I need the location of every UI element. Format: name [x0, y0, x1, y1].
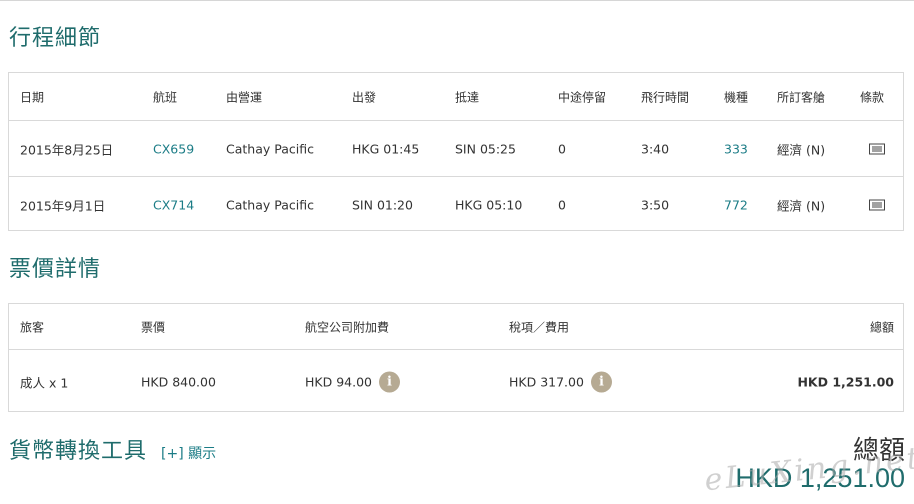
passenger-cell: 成人 x 1 — [20, 375, 69, 390]
flight-link[interactable]: CX714 — [153, 197, 194, 212]
duration-cell: 3:50 — [641, 197, 670, 212]
currency-title-text: 貨幣轉換工具 — [9, 439, 148, 464]
surcharge-value: HKD 94.00 — [305, 374, 372, 389]
depart-cell: HKG 01:45 — [352, 141, 420, 156]
stops-cell: 0 — [558, 197, 566, 212]
col-surcharge: 航空公司附加費 — [305, 320, 390, 334]
date-cell: 2015年9月1日 — [20, 198, 106, 213]
col-fare: 票價 — [141, 320, 166, 334]
taxes-cell: HKD 317.00 i — [509, 371, 612, 392]
arrive-cell: SIN 05:25 — [455, 141, 516, 156]
stops-cell: 0 — [558, 141, 566, 156]
operator-cell: Cathay Pacific — [226, 141, 314, 156]
itinerary-table: 日期 航班 由營運 出發 抵達 中途停留 飛行時間 機種 所訂客艙 條款 201… — [8, 72, 904, 231]
col-stops: 中途停留 — [558, 90, 607, 104]
operator-cell: Cathay Pacific — [226, 197, 314, 212]
aircraft-link[interactable]: 772 — [724, 197, 748, 212]
col-arrive: 抵達 — [455, 90, 480, 104]
flight-link[interactable]: CX659 — [153, 141, 194, 156]
itinerary-header-row: 日期 航班 由營運 出發 抵達 中途停留 飛行時間 機種 所訂客艙 條款 — [9, 73, 903, 120]
table-row: 2015年8月25日 CX659 Cathay Pacific HKG 01:4… — [9, 120, 903, 176]
col-date: 日期 — [20, 90, 45, 104]
info-icon[interactable]: i — [378, 371, 400, 392]
table-row: 2015年9月1日 CX714 Cathay Pacific SIN 01:20… — [9, 176, 903, 232]
col-taxes: 稅項／費用 — [509, 320, 570, 334]
duration-cell: 3:40 — [641, 141, 670, 156]
currency-converter-title: 貨幣轉換工具 [+] 顯示 — [9, 433, 216, 465]
col-aircraft: 機種 — [724, 90, 749, 104]
fare-cell: HKD 840.00 — [141, 374, 216, 389]
date-cell: 2015年8月25日 — [20, 142, 114, 157]
top-divider — [0, 0, 914, 1]
info-icon[interactable]: i — [590, 371, 612, 392]
col-operator: 由營運 — [226, 90, 263, 104]
cabin-cell: 經濟 (N) — [777, 198, 826, 213]
fare-header-row: 旅客 票價 航空公司附加費 稅項／費用 總額 — [9, 304, 903, 349]
document-icon[interactable] — [869, 143, 885, 154]
fare-title: 票價詳情 — [9, 257, 102, 282]
table-row: 成人 x 1 HKD 840.00 HKD 94.00 i HKD 317.00… — [9, 349, 903, 413]
currency-show-toggle[interactable]: [+] 顯示 — [161, 446, 216, 462]
itinerary-title: 行程細節 — [9, 26, 102, 51]
fare-table: 旅客 票價 航空公司附加費 稅項／費用 總額 成人 x 1 HKD 840.00… — [8, 303, 904, 412]
depart-cell: SIN 01:20 — [352, 197, 413, 212]
col-flight: 航班 — [153, 90, 178, 104]
col-depart: 出發 — [352, 90, 377, 104]
document-icon[interactable] — [869, 199, 885, 210]
taxes-value: HKD 317.00 — [509, 374, 584, 389]
arrive-cell: HKG 05:10 — [455, 197, 523, 212]
col-cabin: 所訂客艙 — [777, 90, 826, 104]
cabin-cell: 經濟 (N) — [777, 142, 826, 157]
col-passenger: 旅客 — [20, 320, 45, 334]
col-terms: 條款 — [860, 90, 885, 104]
col-total: 總額 — [869, 320, 894, 334]
col-duration: 飛行時間 — [641, 90, 690, 104]
total-cell: HKD 1,251.00 — [797, 374, 894, 389]
aircraft-link[interactable]: 333 — [724, 141, 748, 156]
surcharge-cell: HKD 94.00 i — [305, 371, 400, 392]
